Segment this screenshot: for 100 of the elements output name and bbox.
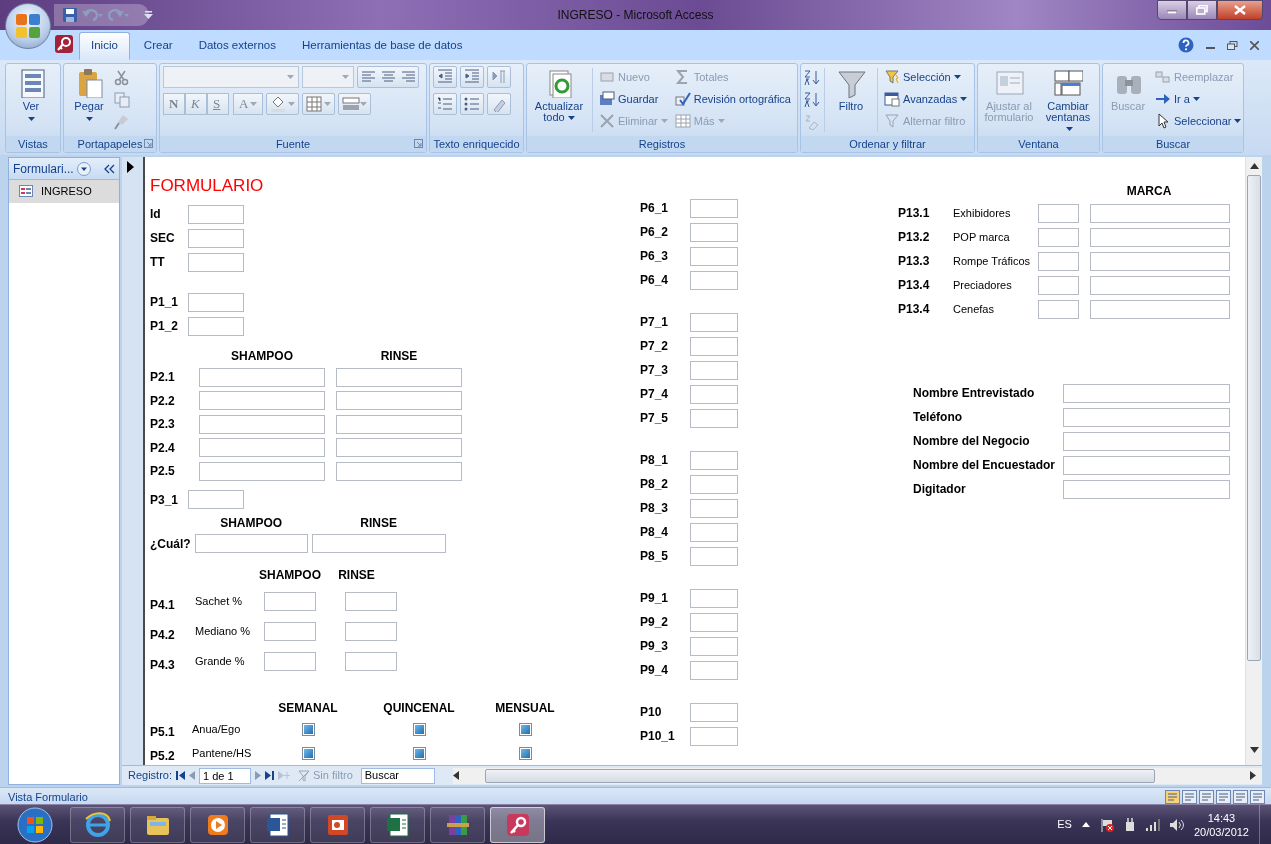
text-field[interactable] [690,702,738,722]
ribbon-button[interactable]: Ver [9,66,53,123]
text-field[interactable] [690,546,738,566]
clear-sort-icon[interactable] [804,114,820,130]
text-field[interactable] [1063,431,1230,451]
datasheet-view-icon[interactable] [1182,790,1197,804]
text-field[interactable] [1090,227,1230,247]
text-field[interactable] [345,652,397,671]
scroll-down-icon[interactable] [1249,747,1259,753]
next-record-icon[interactable] [255,771,262,780]
gridlines-button[interactable] [302,93,336,115]
first-record-icon[interactable] [176,771,186,780]
text-field[interactable] [690,270,738,290]
sort-descending-icon[interactable] [804,92,820,108]
font-combo[interactable] [163,66,299,88]
taskbar-button[interactable] [310,806,365,843]
size-combo[interactable] [302,66,354,88]
text-field[interactable] [199,461,325,481]
checkbox[interactable] [301,746,315,760]
format-painter-icon[interactable] [114,114,130,130]
flag-icon[interactable] [1099,817,1114,832]
text-field[interactable] [336,461,462,481]
text-field[interactable] [188,292,244,312]
ribbon-button[interactable]: Ir a [1153,88,1244,110]
scroll-up-icon[interactable] [1249,163,1259,169]
power-plug-icon[interactable] [1123,817,1136,832]
paragraph-button[interactable] [487,66,511,88]
start-button-icon[interactable] [17,806,53,843]
text-field[interactable] [690,360,738,380]
language-indicator[interactable]: ES [1057,816,1072,833]
text-field[interactable] [194,534,308,553]
taskbar-button[interactable] [370,806,425,843]
signal-icon[interactable] [1145,818,1160,831]
dialog-launcher-icon[interactable] [414,139,423,148]
checkbox[interactable] [518,746,532,760]
ribbon-tab[interactable]: Crear [131,31,185,60]
text-field[interactable] [690,384,738,404]
taskbar-button[interactable] [130,806,185,843]
clock-date[interactable]: 20/03/2012 [1193,824,1249,839]
clock-time[interactable]: 14:43 [1193,810,1249,825]
ribbon-tab[interactable]: Herramientas de base de datos [290,31,475,60]
close-button[interactable] [1217,0,1263,20]
text-field[interactable] [690,522,738,542]
speaker-icon[interactable] [1169,818,1184,831]
text-field[interactable] [345,592,397,611]
ribbon-button[interactable]: Filtro [829,66,873,114]
text-field[interactable] [1063,407,1230,427]
text-field[interactable] [1063,383,1230,403]
fill-color-button[interactable] [266,93,300,115]
scroll-right-icon[interactable] [1250,771,1256,780]
ribbon-button[interactable]: Revisión ortográfica [672,88,793,110]
text-field[interactable] [690,498,738,518]
collapse-icon[interactable] [103,163,115,174]
text-field[interactable] [690,408,738,428]
taskbar-button[interactable] [70,806,125,843]
outdent-button[interactable] [433,66,457,88]
text-field[interactable] [1090,203,1230,223]
record-position-field[interactable]: 1 de 1 [199,767,252,784]
indent-button[interactable] [460,66,484,88]
minimize-button[interactable] [1157,0,1187,20]
help-icon[interactable] [1178,37,1194,53]
vertical-scrollbar[interactable] [1245,157,1262,765]
ribbon-button[interactable]: Actualizar todo [530,66,588,125]
text-field[interactable] [690,336,738,356]
text-field[interactable] [188,316,244,336]
checkbox[interactable] [301,722,315,736]
text-field[interactable] [690,660,738,680]
checkbox[interactable] [412,722,426,736]
ribbon-tab[interactable]: Inicio [79,31,130,60]
checkbox[interactable] [412,746,426,760]
text-field[interactable] [336,414,462,434]
text-field[interactable] [1063,455,1230,475]
text-field[interactable] [188,204,244,224]
text-field[interactable] [264,652,316,671]
text-field[interactable] [264,622,316,641]
search-field[interactable]: Buscar [360,767,435,784]
ribbon-button[interactable]: Avanzadas [882,88,970,110]
close-icon[interactable] [1250,40,1259,50]
text-field[interactable] [690,636,738,656]
text-field[interactable] [336,367,462,387]
layout-view-icon[interactable] [1233,790,1248,804]
text-field[interactable] [690,588,738,608]
text-field[interactable] [690,222,738,242]
redo-icon[interactable] [108,7,130,23]
text-field[interactable] [1038,227,1079,247]
text-field[interactable] [336,438,462,457]
show-hidden-icons-icon[interactable] [1081,822,1090,827]
taskbar-button[interactable] [250,806,305,843]
text-field[interactable] [199,414,325,434]
text-field[interactable] [690,450,738,470]
text-field[interactable] [1090,275,1230,295]
text-field[interactable] [1063,479,1230,499]
form-view-icon[interactable] [1165,790,1180,804]
restore-icon[interactable] [1227,40,1238,50]
scroll-thumb[interactable] [484,768,1155,783]
text-field[interactable] [264,592,316,611]
maximize-button[interactable] [1187,0,1217,20]
office-button[interactable] [5,3,51,49]
text-field[interactable] [690,198,738,218]
previous-record-icon[interactable] [189,771,196,780]
